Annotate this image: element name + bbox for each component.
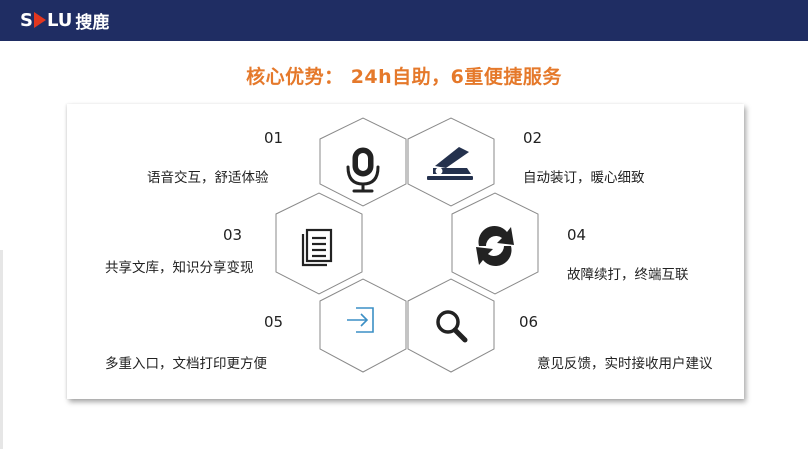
hex-04 [451,192,539,295]
feature-01-text: 语音交互，舒适体验 [147,170,269,186]
logo-letters-lu: LU [46,9,73,31]
feature-05-text: 多重入口，文档打印更方便 [105,356,267,372]
feature-03-number: 03 [223,226,243,244]
play-triangle-icon [33,12,46,28]
features-card: 01 语音交互，舒适体验 02 自动装订，暖心细致 03 共享文库，知识分享变现… [67,104,744,399]
documents-icon [301,228,333,267]
top-bar: S LU 搜鹿 [0,0,808,41]
feature-05-number: 05 [264,313,284,331]
feature-04-text: 故障续打，终端互联 [567,267,689,283]
feature-03-text: 共享文库，知识分享变现 [105,260,254,276]
feature-06-text: 意见反馈，实时接收用户建议 [537,356,713,372]
logo-chinese: 搜鹿 [75,12,110,33]
slide-title: 核心优势： 24h自助，6重便捷服务 [246,66,562,88]
feature-01-number: 01 [264,129,284,147]
hex-06 [407,278,495,373]
logo-letter-s: S [20,9,33,31]
hex-05 [319,278,407,373]
feature-02-text: 自动装订，暖心细致 [523,170,645,186]
left-divider [0,250,3,449]
feature-02-number: 02 [523,129,543,147]
feature-06-number: 06 [519,313,539,331]
feature-04-number: 04 [567,226,587,244]
solu-logo[interactable]: S LU 搜鹿 [20,8,110,33]
